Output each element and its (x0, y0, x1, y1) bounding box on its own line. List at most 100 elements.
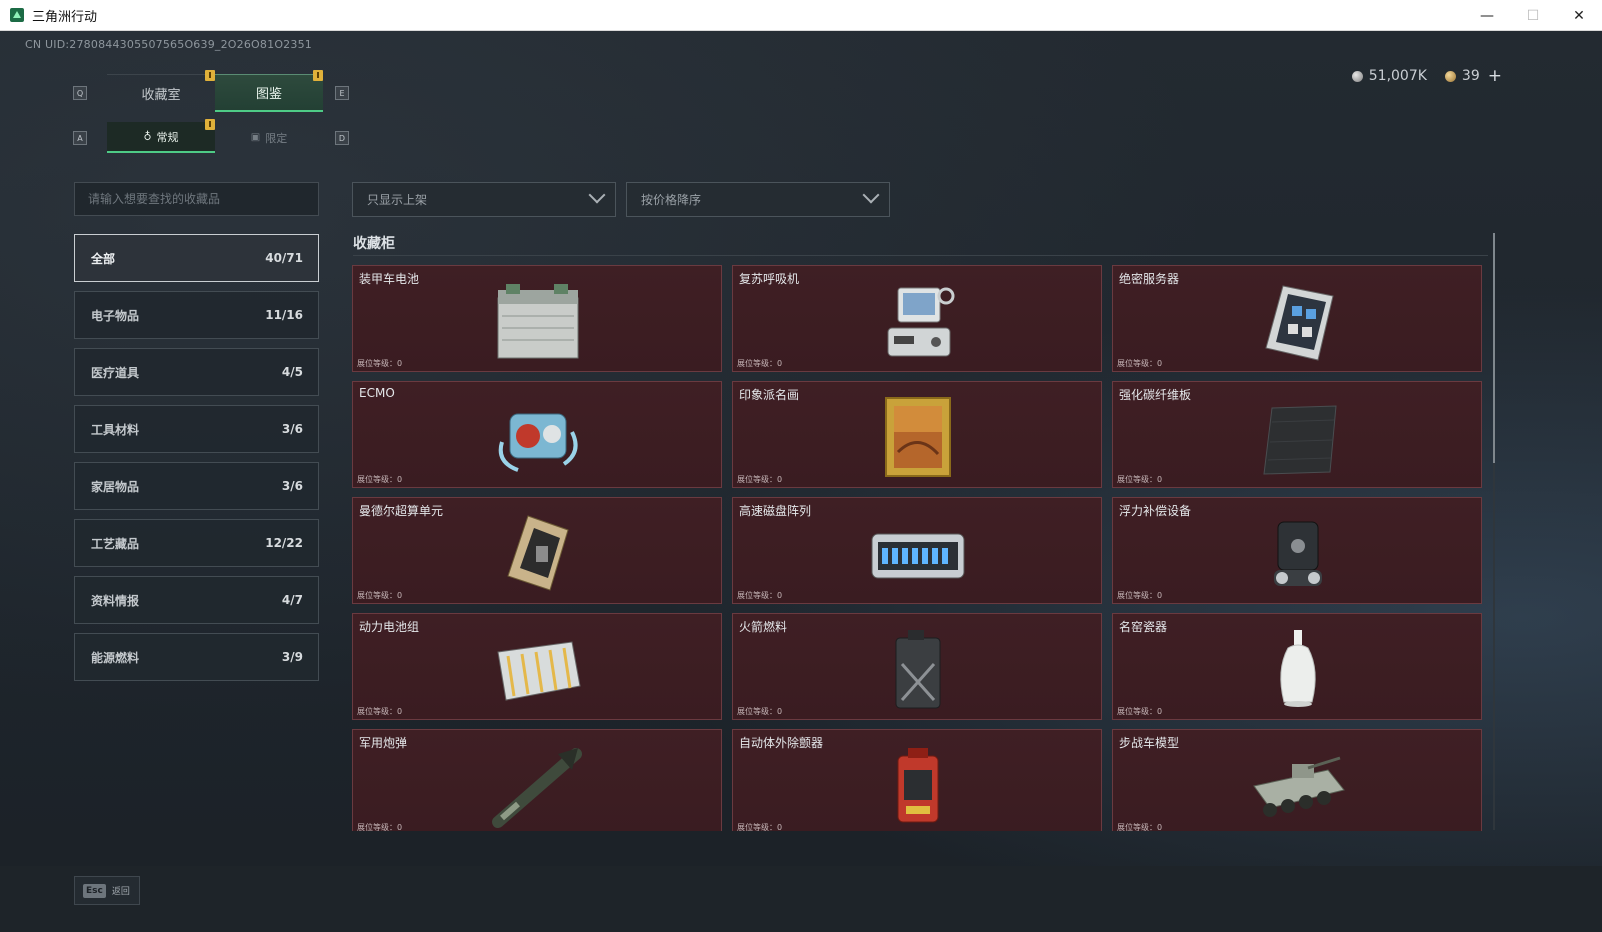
esc-key-hint: Esc (83, 883, 106, 898)
bottom-bar: Esc 返回 (0, 866, 1602, 932)
booth-level: 展位等级：0 (1117, 823, 1163, 831)
collectible-card[interactable]: 强化碳纤维板 展位等级：0 (1112, 381, 1482, 488)
collectible-card[interactable]: 自动体外除颤器 展位等级：0 (732, 729, 1102, 831)
collectible-search-input[interactable] (74, 182, 319, 216)
subtab-label: 常规 (156, 130, 179, 144)
compute-unit-icon (507, 515, 569, 591)
subtab-label: 限定 (265, 131, 288, 145)
battery-icon (497, 284, 579, 359)
category-count: 3/6 (281, 422, 303, 436)
minimize-button[interactable]: — (1464, 0, 1510, 31)
key-hint-q: Q (73, 86, 87, 100)
fuel-can-icon (895, 630, 941, 709)
shell-icon (492, 748, 582, 828)
item-name: 强化碳纤维板 (1119, 388, 1192, 402)
item-name: 高速磁盘阵列 (739, 504, 812, 518)
collectible-card[interactable]: 绝密服务器 展位等级：0 (1112, 265, 1482, 372)
collectible-card[interactable]: 曼德尔超算单元 展位等级：0 (352, 497, 722, 604)
item-name: 名窑瓷器 (1119, 620, 1168, 634)
maximize-button[interactable]: ☐ (1510, 0, 1556, 31)
sort-dropdown[interactable]: 按价格降序 (626, 182, 890, 217)
tab-codex[interactable]: 图鉴 (215, 70, 323, 112)
key-hint-e: E (335, 86, 349, 100)
booth-level: 展位等级：0 (1117, 359, 1163, 368)
notification-badge-icon (313, 70, 323, 81)
subtab-limited[interactable]: ▣ 限定 (215, 122, 323, 153)
back-button[interactable]: Esc 返回 (74, 876, 140, 905)
uid-label: CN UID:2780844305507565O639_2O26O81O2351 (25, 38, 312, 51)
booth-level: 展位等级：0 (737, 475, 783, 484)
category-name: 家居物品 (91, 479, 140, 494)
carbon-plate-icon (1263, 405, 1337, 475)
collectible-card[interactable]: 动力电池组 展位等级：0 (352, 613, 722, 720)
category-count: 3/6 (281, 479, 303, 493)
window-titlebar: 三角洲行动 — ☐ ✕ (0, 0, 1602, 31)
category-count: 11/16 (265, 308, 303, 322)
back-label: 返回 (111, 887, 130, 897)
sub-tabs: ♁ 常规 ▣ 限定 (107, 119, 323, 153)
category-name: 能源燃料 (91, 650, 140, 665)
item-name: 装甲车电池 (359, 272, 420, 286)
booth-level: 展位等级：0 (357, 591, 403, 600)
booth-level: 展位等级：0 (1117, 591, 1163, 600)
category-name: 全部 (91, 251, 116, 266)
category-item-energy[interactable]: 能源燃料 3/9 (74, 633, 319, 681)
window-controls: — ☐ ✕ (1464, 0, 1602, 31)
add-currency-button[interactable]: + (1488, 66, 1502, 86)
item-name: 步战车模型 (1119, 736, 1180, 750)
collectible-card[interactable]: 名窑瓷器 展位等级：0 (1112, 613, 1482, 720)
category-item-electronics[interactable]: 电子物品 11/16 (74, 291, 319, 339)
collectible-card[interactable]: 印象派名画 展位等级：0 (732, 381, 1102, 488)
limited-icon: ▣ (250, 132, 261, 143)
flask-icon: ♁ (143, 130, 152, 143)
collectible-card[interactable]: 装甲车电池 展位等级：0 (352, 265, 722, 372)
tab-collection-room[interactable]: 收藏室 (107, 70, 215, 112)
item-name: 曼德尔超算单元 (359, 504, 444, 518)
category-item-tools[interactable]: 工具材料 3/6 (74, 405, 319, 453)
category-count: 3/9 (281, 650, 303, 664)
subtab-regular[interactable]: ♁ 常规 (107, 119, 215, 153)
item-name: 自动体外除颤器 (739, 736, 824, 750)
notification-badge-icon (205, 70, 215, 81)
item-name: ECMO (359, 386, 395, 400)
app-logo-icon (10, 8, 24, 22)
collectible-card[interactable]: 浮力补偿设备 展位等级：0 (1112, 497, 1482, 604)
category-count: 4/7 (281, 593, 303, 607)
booth-level: 展位等级：0 (357, 707, 403, 716)
silver-amount: 51,007K (1368, 68, 1427, 84)
main-tabs: 收藏室 图鉴 (107, 70, 323, 112)
booth-level: 展位等级：0 (737, 823, 783, 831)
category-item-medical[interactable]: 医疗道具 4/5 (74, 348, 319, 396)
collectible-card[interactable]: 军用炮弹 展位等级：0 (352, 729, 722, 831)
game-area: CN UID:2780844305507565O639_2O26O81O2351… (0, 31, 1602, 932)
booth-level: 展位等级：0 (357, 359, 403, 368)
category-name: 电子物品 (91, 308, 140, 323)
collectible-card[interactable]: 火箭燃料 展位等级：0 (732, 613, 1102, 720)
booth-level: 展位等级：0 (357, 823, 403, 831)
scrollbar-thumb[interactable] (1493, 233, 1495, 463)
collectible-card[interactable]: 复苏呼吸机 展位等级：0 (732, 265, 1102, 372)
tab-label: 图鉴 (255, 87, 282, 102)
dropdown-value: 只显示上架 (367, 193, 428, 207)
silver-coin-icon (1351, 70, 1363, 82)
category-name: 工艺藏品 (91, 536, 140, 551)
section-title: 收藏柜 (353, 236, 395, 252)
category-item-crafts[interactable]: 工艺藏品 12/22 (74, 519, 319, 567)
close-button[interactable]: ✕ (1556, 0, 1602, 31)
category-count: 40/71 (265, 251, 303, 265)
category-item-intel[interactable]: 资料情报 4/7 (74, 576, 319, 624)
ventilator-icon (887, 287, 955, 357)
item-name: 动力电池组 (359, 620, 420, 634)
collectible-card[interactable]: 高速磁盘阵列 展位等级：0 (732, 497, 1102, 604)
collection-grid: 装甲车电池 展位等级：0 复苏呼吸机 展位等级：0 绝密服务器 展位等级：0 E… (352, 265, 1486, 831)
category-count: 4/5 (281, 365, 303, 379)
notification-badge-icon (205, 119, 215, 130)
booth-level: 展位等级：0 (737, 359, 783, 368)
collectible-card[interactable]: ECMO 展位等级：0 (352, 381, 722, 488)
category-item-all[interactable]: 全部 40/71 (74, 234, 319, 282)
availability-filter-dropdown[interactable]: 只显示上架 (352, 182, 616, 217)
battery-pack-icon (497, 641, 581, 701)
category-item-household[interactable]: 家居物品 3/6 (74, 462, 319, 510)
collectible-card[interactable]: 步战车模型 展位等级：0 (1112, 729, 1482, 831)
silver-currency: 51,007K (1351, 68, 1427, 84)
